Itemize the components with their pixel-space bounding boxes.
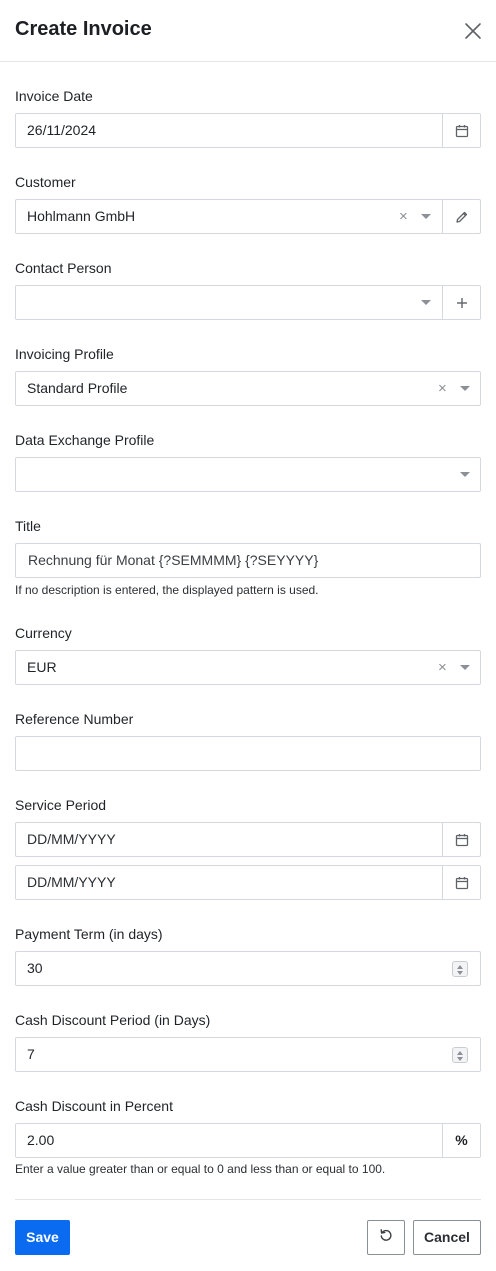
cancel-button[interactable]: Cancel	[413, 1220, 481, 1255]
service-period-from-placeholder: DD/MM/YYYY	[27, 831, 116, 847]
contact-person-select[interactable]	[15, 285, 481, 320]
cash-discount-period-label: Cash Discount Period (in Days)	[15, 1012, 211, 1028]
cash-discount-percent-label: Cash Discount in Percent	[15, 1098, 173, 1114]
clear-icon[interactable]: ×	[438, 372, 447, 405]
contact-person-label: Contact Person	[15, 260, 112, 276]
footer-divider	[15, 1199, 481, 1200]
cash-discount-percent-value: 2.00	[27, 1132, 55, 1148]
data-exchange-profile-select[interactable]	[15, 457, 481, 492]
title-label: Title	[15, 518, 41, 534]
clear-icon[interactable]: ×	[399, 200, 408, 233]
dialog-header: Create Invoice	[0, 0, 496, 62]
customer-select[interactable]: Hohlmann GmbH ×	[15, 199, 481, 234]
currency-label: Currency	[15, 625, 72, 641]
reset-button[interactable]	[367, 1220, 405, 1255]
invoice-date-value: 26/11/2024	[27, 122, 97, 138]
invoicing-profile-label: Invoicing Profile	[15, 346, 114, 362]
close-icon[interactable]	[462, 20, 484, 42]
calendar-icon[interactable]	[442, 114, 480, 147]
calendar-icon[interactable]	[442, 866, 480, 899]
currency-value: EUR	[27, 659, 57, 675]
number-stepper[interactable]	[452, 961, 468, 977]
reset-icon	[379, 1228, 393, 1247]
invoicing-profile-value: Standard Profile	[27, 380, 128, 396]
invoice-date-field[interactable]: 26/11/2024	[15, 113, 481, 148]
calendar-icon[interactable]	[442, 823, 480, 856]
pencil-icon[interactable]	[442, 200, 480, 233]
dialog-title: Create Invoice	[15, 18, 152, 40]
title-helper-text: If no description is entered, the displa…	[15, 583, 319, 597]
clear-icon[interactable]: ×	[438, 651, 447, 684]
chevron-down-icon[interactable]	[421, 214, 431, 219]
percent-unit: %	[442, 1124, 480, 1157]
invoice-date-label: Invoice Date	[15, 88, 93, 104]
plus-icon[interactable]	[442, 286, 480, 319]
customer-label: Customer	[15, 174, 76, 190]
cash-discount-period-value: 7	[27, 1046, 35, 1062]
data-exchange-profile-label: Data Exchange Profile	[15, 432, 155, 448]
service-period-to-field[interactable]: DD/MM/YYYY	[15, 865, 481, 900]
customer-value: Hohlmann GmbH	[27, 208, 136, 224]
save-button[interactable]: Save	[15, 1220, 70, 1255]
payment-term-input[interactable]: 30	[15, 951, 481, 986]
chevron-down-icon[interactable]	[460, 386, 470, 391]
number-stepper[interactable]	[452, 1047, 468, 1063]
title-placeholder: Rechnung für Monat {?SEMMMM} {?SEYYYY}	[28, 552, 319, 568]
chevron-down-icon[interactable]	[460, 472, 470, 477]
payment-term-label: Payment Term (in days)	[15, 926, 163, 942]
chevron-down-icon[interactable]	[421, 300, 431, 305]
cash-discount-helper-text: Enter a value greater than or equal to 0…	[15, 1162, 386, 1176]
invoicing-profile-select[interactable]: Standard Profile ×	[15, 371, 481, 406]
payment-term-value: 30	[27, 960, 43, 976]
cash-discount-percent-input[interactable]: 2.00 %	[15, 1123, 481, 1158]
currency-select[interactable]: EUR ×	[15, 650, 481, 685]
chevron-down-icon[interactable]	[460, 665, 470, 670]
title-input[interactable]: Rechnung für Monat {?SEMMMM} {?SEYYYY}	[15, 543, 481, 578]
service-period-from-field[interactable]: DD/MM/YYYY	[15, 822, 481, 857]
reference-number-label: Reference Number	[15, 711, 134, 727]
cash-discount-period-input[interactable]: 7	[15, 1037, 481, 1072]
service-period-to-placeholder: DD/MM/YYYY	[27, 874, 116, 890]
service-period-label: Service Period	[15, 797, 107, 813]
reference-number-input[interactable]	[15, 736, 481, 771]
